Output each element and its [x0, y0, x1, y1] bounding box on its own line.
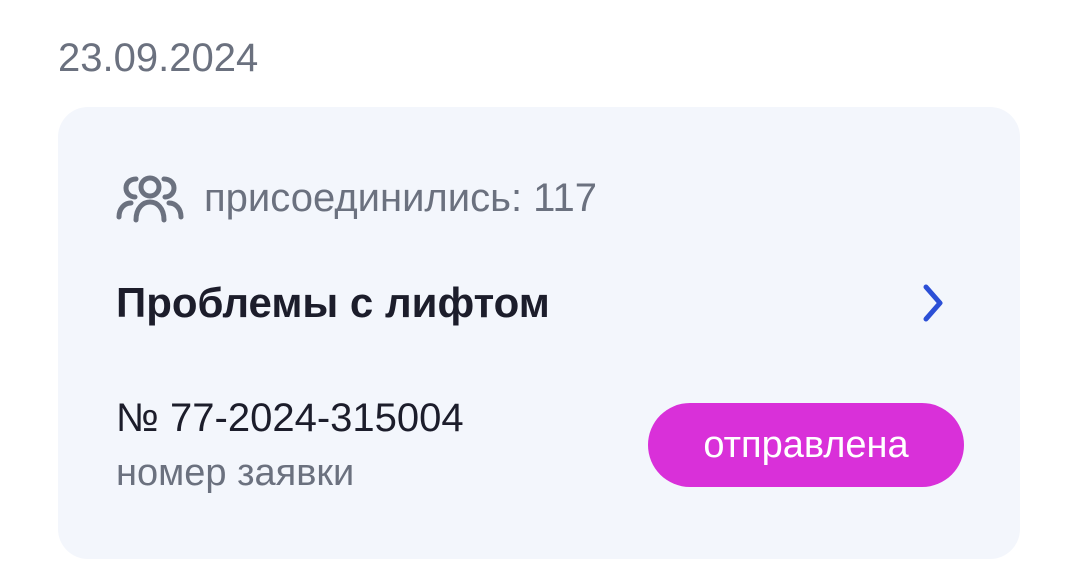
request-title: Проблемы с лифтом: [116, 279, 550, 326]
chevron-right-icon[interactable]: [918, 281, 948, 325]
request-title-row[interactable]: Проблемы с лифтом: [116, 275, 948, 331]
joined-count-text: присоединились: 117: [204, 176, 597, 220]
request-number-label: номер заявки: [116, 452, 355, 494]
status-badge: отправлена: [648, 403, 964, 487]
request-card[interactable]: присоединились: 117 Проблемы с лифтом № …: [58, 107, 1020, 559]
request-number: № 77-2024-315004: [116, 396, 464, 440]
joined-row: присоединились: 117: [116, 173, 597, 223]
request-date: 23.09.2024: [58, 36, 259, 80]
people-group-icon: [116, 173, 184, 223]
